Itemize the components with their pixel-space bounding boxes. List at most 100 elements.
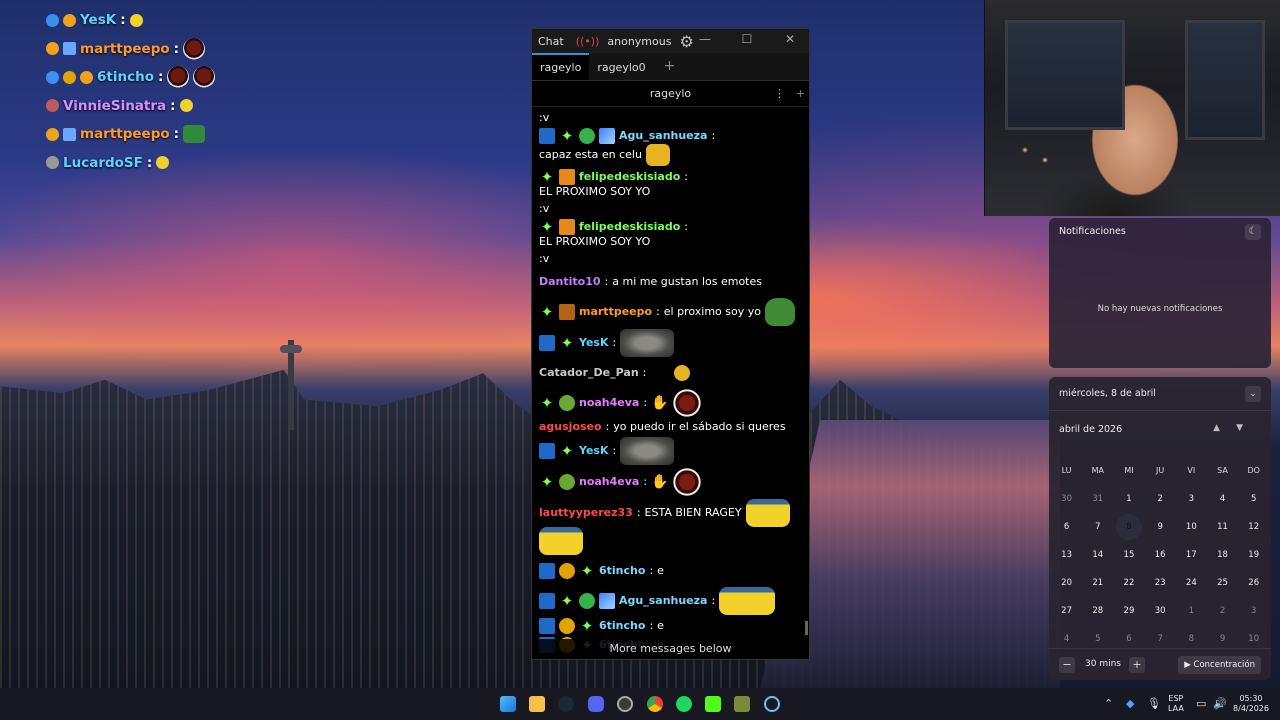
calendar-day[interactable]: 9 — [1145, 513, 1176, 541]
username[interactable]: felipedeskisiado — [579, 220, 680, 234]
calendar-day-today[interactable]: 8 — [1113, 513, 1144, 541]
calendar-day[interactable]: 24 — [1176, 569, 1207, 597]
username[interactable]: Catador_De_Pan — [539, 366, 639, 380]
focus-duration: 30 mins — [1085, 659, 1121, 669]
calendar-day[interactable]: 3 — [1238, 597, 1269, 625]
chatterino-icon[interactable] — [764, 696, 780, 712]
username[interactable]: agusjoseo — [539, 420, 602, 434]
calendar-day[interactable]: 10 — [1176, 513, 1207, 541]
split-header[interactable]: rageylo ⋮ + — [532, 81, 809, 107]
next-month-icon[interactable]: ▼ — [1236, 423, 1259, 433]
username[interactable]: felipedeskisiado — [579, 170, 680, 184]
username[interactable]: noah4eva — [579, 396, 639, 410]
add-split-icon[interactable]: + — [796, 87, 805, 100]
volume-icon[interactable]: 🔊 — [1213, 697, 1227, 710]
username[interactable]: Agu_sanhueza — [619, 594, 707, 608]
calendar-day[interactable]: 3 — [1176, 485, 1207, 513]
calendar-day[interactable]: 1 — [1176, 597, 1207, 625]
calendar-month-label[interactable]: abril de 2026 — [1059, 424, 1122, 435]
calendar-day[interactable]: 12 — [1238, 513, 1269, 541]
obs-icon[interactable] — [617, 696, 633, 712]
chevron-down-icon[interactable]: ⌄ — [1245, 386, 1261, 402]
calendar-day[interactable]: 1 — [1113, 485, 1144, 513]
month-nav-arrows[interactable]: ▲▼ — [1213, 423, 1259, 433]
language-indicator[interactable]: ESP LAA — [1168, 694, 1184, 714]
overlay-badge-icon — [46, 156, 59, 170]
tab-rageylo0[interactable]: rageylo0 — [589, 55, 653, 80]
calendar-day[interactable]: 26 — [1238, 569, 1269, 597]
overlay-username: LucardoSF — [63, 154, 143, 171]
discord-icon[interactable] — [588, 696, 604, 712]
overlay-username: VinnieSinatra — [63, 97, 167, 114]
start-icon[interactable] — [500, 696, 516, 712]
calendar-day[interactable]: 6 — [1051, 513, 1082, 541]
network-icon[interactable]: ▭ — [1196, 697, 1206, 710]
calendar-day[interactable]: 2 — [1145, 485, 1176, 513]
steam-icon[interactable] — [558, 696, 574, 712]
decrease-focus-button[interactable]: − — [1059, 657, 1075, 673]
previous-month-icon[interactable]: ▲ — [1213, 423, 1236, 433]
more-options-icon[interactable]: ⋮ — [774, 87, 785, 100]
spotify-icon[interactable] — [676, 696, 692, 712]
chevron-up-icon[interactable]: ⌃ — [1104, 697, 1113, 710]
overlay-badge-icon — [46, 42, 59, 56]
app-icon[interactable] — [734, 696, 750, 712]
calendar-day[interactable]: 29 — [1113, 597, 1144, 625]
calendar-day[interactable]: 2 — [1207, 597, 1238, 625]
calendar-day[interactable]: 5 — [1238, 485, 1269, 513]
chrome-icon[interactable] — [647, 696, 663, 712]
calendar-day[interactable]: 30 — [1145, 597, 1176, 625]
chat-titlebar[interactable]: Chat ((•)) anonymous ⚙ — ☐ ✕ — [532, 29, 809, 53]
calendar-day[interactable]: 13 — [1051, 541, 1082, 569]
do-not-disturb-icon[interactable]: ☾ — [1245, 224, 1261, 240]
ball-emote-icon — [673, 389, 702, 417]
calendar-day[interactable]: 20 — [1051, 569, 1082, 597]
calendar-day[interactable]: 19 — [1238, 541, 1269, 569]
calendar-day[interactable]: 23 — [1145, 569, 1176, 597]
calendar-day[interactable]: 18 — [1207, 541, 1238, 569]
chat-window[interactable]: Chat ((•)) anonymous ⚙ — ☐ ✕ rageylo rag… — [531, 28, 810, 660]
kick-icon[interactable] — [705, 696, 721, 712]
username[interactable]: Agu_sanhueza — [619, 129, 707, 143]
message-list[interactable]: :v ✦ Agu_sanhueza: capaz esta en celu ✦ … — [532, 108, 809, 661]
account-switcher[interactable]: anonymous — [607, 35, 671, 48]
overlay-username: marttpeepo — [80, 40, 170, 57]
calendar-day[interactable]: 15 — [1113, 541, 1144, 569]
add-tab-icon[interactable]: + — [654, 52, 686, 80]
increase-focus-button[interactable]: + — [1129, 657, 1145, 673]
calendar-day[interactable]: 22 — [1113, 569, 1144, 597]
calendar-day[interactable]: 21 — [1082, 569, 1113, 597]
file-explorer-icon[interactable] — [529, 696, 545, 712]
tab-rageylo[interactable]: rageylo — [532, 53, 590, 80]
calendar-day[interactable]: 11 — [1207, 513, 1238, 541]
microphone-icon[interactable]: 🎙 — [1147, 697, 1161, 710]
security-icon[interactable]: ◆ — [1126, 697, 1134, 710]
calendar-day[interactable]: 17 — [1176, 541, 1207, 569]
calendar-day[interactable]: 27 — [1051, 597, 1082, 625]
username[interactable]: YesK — [579, 336, 609, 350]
username[interactable]: 6tincho — [599, 619, 645, 633]
calendar-day[interactable]: 30 — [1051, 485, 1082, 513]
username[interactable]: lauttyyperez33 — [539, 506, 633, 520]
username[interactable]: 6tincho — [599, 564, 645, 578]
start-focus-button[interactable]: ▶ Concentración — [1178, 656, 1261, 674]
more-messages-button[interactable]: More messages below — [532, 639, 809, 659]
calendar-day[interactable]: 4 — [1207, 485, 1238, 513]
username[interactable]: marttpeepo — [579, 305, 652, 319]
username[interactable]: Dantito10 — [539, 275, 601, 289]
minimize-icon[interactable]: — — [690, 32, 720, 46]
scrollbar[interactable] — [805, 621, 808, 635]
calendar-day[interactable]: 25 — [1207, 569, 1238, 597]
calendar-day[interactable]: 14 — [1082, 541, 1113, 569]
calendar-day[interactable]: 16 — [1145, 541, 1176, 569]
calendar-day[interactable]: 7 — [1082, 513, 1113, 541]
gift-badge-icon — [559, 169, 575, 185]
calendar-day[interactable]: 28 — [1082, 597, 1113, 625]
close-icon[interactable]: ✕ — [775, 32, 805, 46]
username[interactable]: noah4eva — [579, 475, 639, 489]
clock[interactable]: 05:30 8/4/2026 — [1232, 694, 1270, 714]
maximize-icon[interactable]: ☐ — [732, 32, 762, 46]
calendar-day[interactable]: 31 — [1082, 485, 1113, 513]
language-code: ESP — [1168, 694, 1184, 703]
username[interactable]: YesK — [579, 444, 609, 458]
